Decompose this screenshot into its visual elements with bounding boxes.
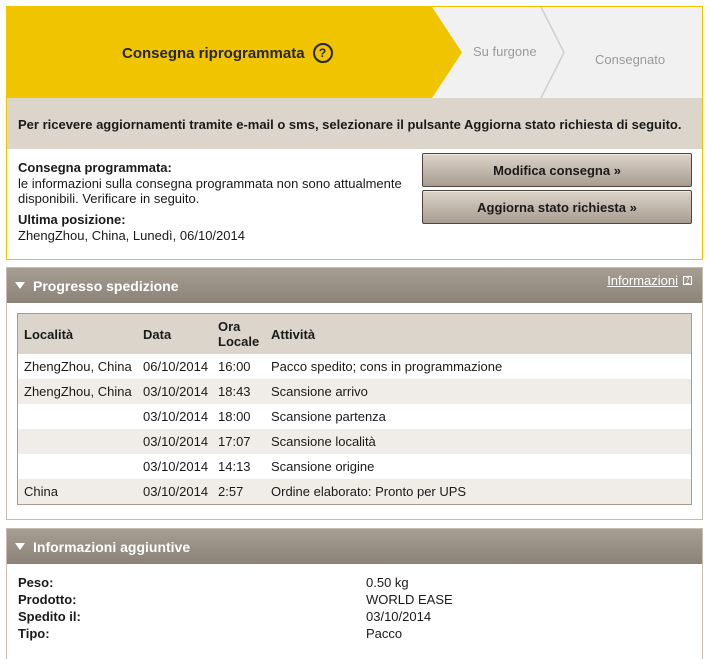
- progress-table-header: Località Data Ora Locale Attività: [18, 314, 691, 354]
- collapse-triangle-icon[interactable]: [15, 282, 25, 289]
- info-field-label: Tipo:: [18, 626, 50, 641]
- cell-location: ZhengZhou, China: [24, 359, 132, 374]
- cell-time: 18:00: [218, 409, 251, 424]
- delivery-status-panel: Consegna riprogrammata ? Su furgone Cons…: [6, 6, 703, 260]
- progress-arrow-divider: [540, 7, 565, 98]
- progress-table-wrapper: Località Data Ora Locale Attività ZhengZ…: [17, 313, 692, 505]
- info-field-row: Tipo: Pacco: [18, 626, 691, 643]
- cell-date: 03/10/2014: [137, 429, 212, 454]
- help-icon[interactable]: ?: [312, 43, 333, 63]
- cell-location: [18, 454, 137, 479]
- shipment-progress-section: Progresso spedizione Informazioni ? Loca…: [6, 267, 703, 520]
- cell-time: 14:13: [218, 459, 251, 474]
- cell-location: [18, 404, 137, 429]
- progress-table: Località Data Ora Locale Attività ZhengZ…: [18, 314, 691, 504]
- step-delivered: Consegnato: [595, 52, 666, 67]
- column-header-time: Ora Locale: [212, 314, 265, 354]
- info-field-label: Spedito il:: [18, 609, 81, 624]
- info-field-row: Prodotto: WORLD EASE: [18, 592, 691, 609]
- update-status-button[interactable]: Aggiorna stato richiesta »: [422, 190, 692, 224]
- modify-delivery-button[interactable]: Modifica consegna »: [422, 153, 692, 187]
- scheduled-delivery-text: le informazioni sulla consegna programma…: [18, 176, 402, 206]
- table-row: ZhengZhou, China 06/10/2014 16:00 Pacco spe…: [18, 354, 691, 379]
- cell-time: 17:07: [212, 429, 265, 454]
- cell-activity: Scansione partenza: [271, 409, 386, 424]
- scheduled-delivery-label: Consegna programmata:: [18, 160, 172, 175]
- cell-time: 2:57: [212, 479, 265, 504]
- cell-date: 03/10/2014: [137, 379, 212, 404]
- delivery-progress-bar: Consegna riprogrammata ? Su furgone Cons…: [7, 7, 702, 98]
- notification-notice: Per ricevere aggiornamenti tramite e-mai…: [7, 98, 702, 149]
- info-field-value: 03/10/2014: [366, 609, 432, 624]
- table-row: ZhengZhou, China 03/10/2014 18:43 Scansione…: [18, 379, 691, 404]
- info-field-label: Prodotto:: [18, 592, 77, 607]
- cell-location: ZhengZhou, China: [18, 379, 137, 404]
- cell-location: China: [18, 479, 137, 504]
- cell-date: 06/10/2014: [143, 359, 209, 374]
- cell-location: [18, 429, 137, 454]
- last-position-text: ZhengZhou, China, Lunedì, 06/10/2014: [18, 228, 245, 243]
- cell-time: 18:43: [212, 379, 265, 404]
- cell-date: 03/10/2014: [143, 409, 209, 424]
- info-field-label: Peso:: [18, 575, 54, 590]
- popup-window-icon[interactable]: ?: [683, 276, 692, 285]
- info-field-value: WORLD EASE: [366, 592, 453, 607]
- additional-info-body: Peso: 0.50 kg Prodotto: WORLD EASE Spedito i…: [7, 564, 702, 654]
- cell-time: 16:00: [218, 359, 251, 374]
- additional-info-header[interactable]: Informazioni aggiuntive: [7, 529, 702, 564]
- step-rescheduled: Consegna riprogrammata ?: [122, 43, 333, 63]
- cell-date: 03/10/2014: [137, 479, 212, 504]
- delivery-details: Consegna programmata: le informazioni su…: [7, 149, 702, 254]
- cell-activity: Pacco spedito; cons in programmazione: [271, 359, 503, 374]
- cell-activity: Scansione origine: [271, 459, 375, 474]
- shipment-progress-header[interactable]: Progresso spedizione Informazioni ?: [7, 268, 702, 303]
- last-position-label: Ultima posizione:: [18, 212, 126, 227]
- info-link[interactable]: Informazioni ?: [607, 273, 692, 288]
- additional-info-title: Informazioni aggiuntive: [33, 538, 191, 555]
- table-row: 03/10/2014 18:00 Scansione partenza: [18, 404, 691, 429]
- info-link-label[interactable]: Informazioni: [607, 273, 678, 288]
- info-field-row: Spedito il: 03/10/2014: [18, 609, 691, 626]
- table-row: 03/10/2014 14:13 Scansione origine: [18, 454, 691, 479]
- info-field-row: Peso: 0.50 kg: [18, 575, 691, 592]
- column-header-location: Località: [18, 314, 137, 354]
- info-field-value: 0.50 kg: [366, 575, 409, 590]
- column-header-activity: Attività: [265, 314, 691, 354]
- column-header-time-text: Ora Locale: [218, 319, 260, 349]
- cell-activity: Scansione arrivo: [265, 379, 691, 404]
- step-rescheduled-label: Consegna riprogrammata: [122, 44, 305, 62]
- table-row: China 03/10/2014 2:57 Ordine elaborato: Pro…: [18, 479, 691, 504]
- table-row: 03/10/2014 17:07 Scansione località: [18, 429, 691, 454]
- info-field-value: Pacco: [366, 626, 403, 641]
- column-header-date: Data: [137, 314, 212, 354]
- step-on-van: Su furgone: [473, 44, 537, 59]
- shipment-progress-title: Progresso spedizione: [33, 277, 179, 294]
- cell-activity: Scansione località: [265, 429, 691, 454]
- additional-info-section: Informazioni aggiuntive Peso: 0.50 kg Prod…: [6, 528, 703, 659]
- collapse-triangle-icon[interactable]: [15, 543, 25, 550]
- cell-activity: Ordine elaborato: Pronto per UPS: [265, 479, 691, 504]
- cell-date: 03/10/2014: [143, 459, 209, 474]
